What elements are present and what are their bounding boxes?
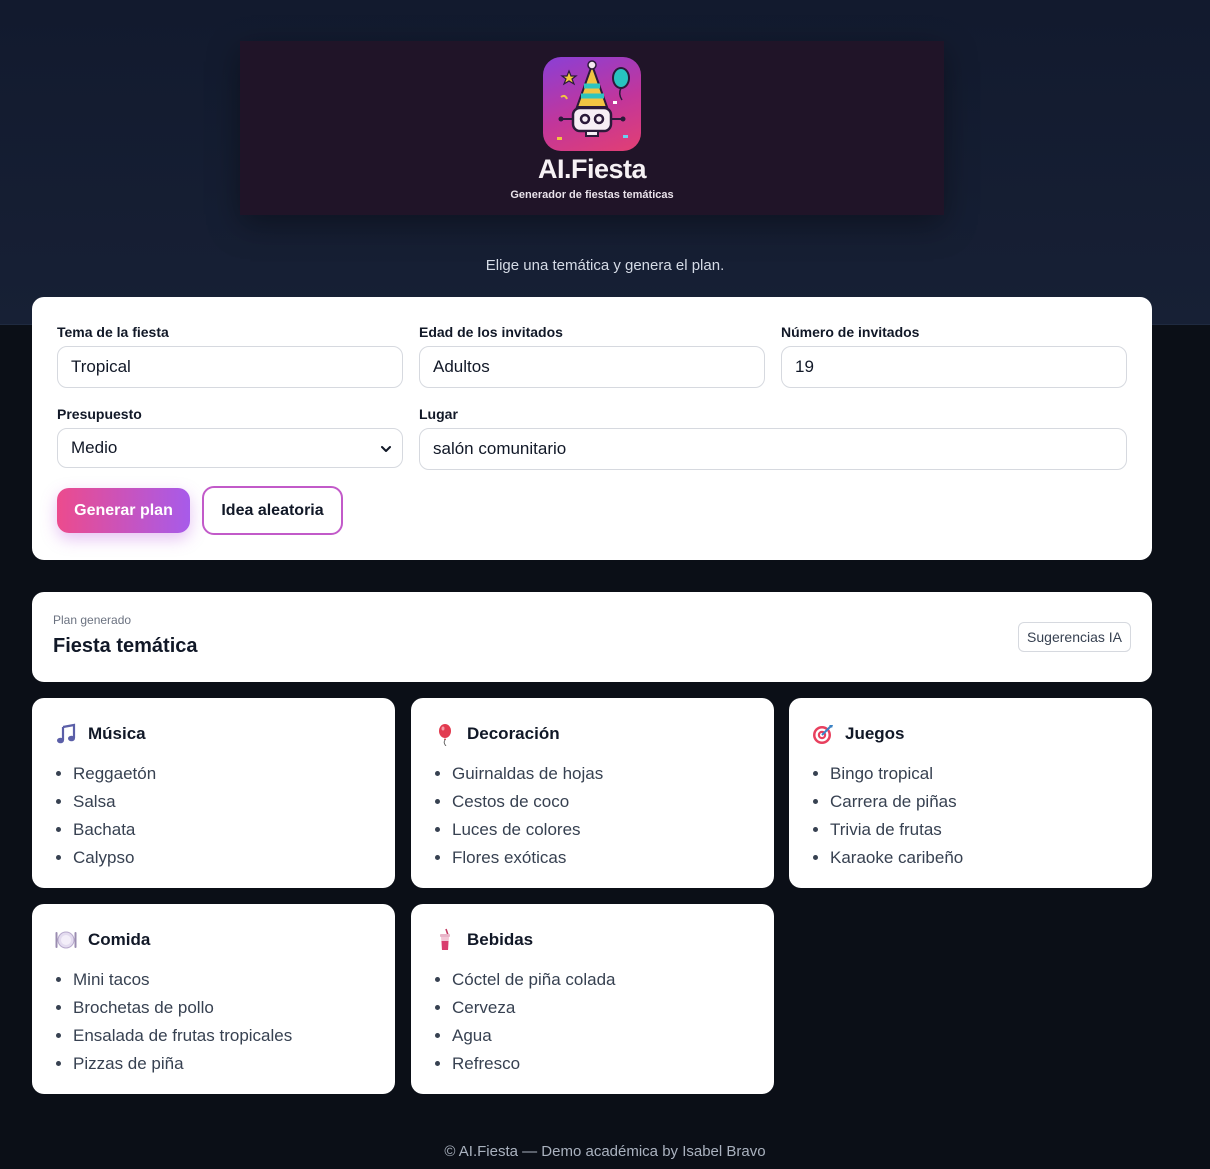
ai-suggestions-badge: Sugerencias IA <box>1018 622 1131 652</box>
category-title: Decoración <box>467 724 560 743</box>
music-note-icon <box>57 723 76 744</box>
tema-label: Tema de la fiesta <box>57 324 169 340</box>
party-form: Tema de la fiesta Tropical Edad de los i… <box>32 297 1152 560</box>
list-item: Pizzas de piña <box>73 1050 292 1078</box>
list-item: Reggaetón <box>73 760 156 788</box>
list-item: Ensalada de frutas tropicales <box>73 1022 292 1050</box>
list-item: Karaoke caribeño <box>830 844 963 872</box>
category-items: Bingo tropical Carrera de piñas Trivia d… <box>830 760 963 872</box>
presupuesto-value: Medio <box>71 438 118 457</box>
category-title: Música <box>88 724 146 743</box>
list-item: Brochetas de pollo <box>73 994 292 1022</box>
brand-subtitle: Generador de fiestas temáticas <box>510 189 674 201</box>
edad-label: Edad de los invitados <box>419 324 563 340</box>
plan-header: Plan generado Fiesta temática Sugerencia… <box>32 592 1152 682</box>
category-title: Juegos <box>845 724 905 743</box>
presupuesto-label: Presupuesto <box>57 406 142 422</box>
brand-banner: AI.Fiesta Generador de fiestas temáticas <box>240 41 944 215</box>
random-idea-button[interactable]: Idea aleatoria <box>202 486 343 535</box>
category-card-comida: Comida Mini tacos Brochetas de pollo Ens… <box>32 904 395 1094</box>
list-item: Salsa <box>73 788 156 816</box>
category-title: Bebidas <box>467 930 534 949</box>
list-item: Calypso <box>73 844 156 872</box>
category-card-juegos: Juegos Bingo tropical Carrera de piñas T… <box>789 698 1152 888</box>
category-card-decoracion: Decoración Guirnaldas de hojas Cestos de… <box>411 698 774 888</box>
numero-invitados-input[interactable]: 19 <box>781 346 1127 388</box>
category-items: Cóctel de piña colada Cerveza Agua Refre… <box>452 966 616 1078</box>
category-items: Mini tacos Brochetas de pollo Ensalada d… <box>73 966 292 1078</box>
tema-input[interactable]: Tropical <box>57 346 403 388</box>
list-item: Luces de colores <box>452 816 603 844</box>
category-card-musica: Música Reggaetón Salsa Bachata Calypso <box>32 698 395 888</box>
party-robot-icon <box>543 57 641 151</box>
list-item: Cestos de coco <box>452 788 603 816</box>
list-item: Guirnaldas de hojas <box>452 760 603 788</box>
generate-plan-button[interactable]: Generar plan <box>57 488 190 533</box>
list-item: Flores exóticas <box>452 844 603 872</box>
list-item: Agua <box>452 1022 616 1050</box>
category-items: Guirnaldas de hojas Cestos de coco Luces… <box>452 760 603 872</box>
balloon-icon <box>439 724 451 746</box>
drink-cup-icon <box>440 928 450 950</box>
category-items: Reggaetón Salsa Bachata Calypso <box>73 760 156 872</box>
list-item: Mini tacos <box>73 966 292 994</box>
list-item: Carrera de piñas <box>830 788 963 816</box>
lugar-input[interactable]: salón comunitario <box>419 428 1127 470</box>
list-item: Bachata <box>73 816 156 844</box>
list-item: Refresco <box>452 1050 616 1078</box>
plan-kicker: Plan generado <box>53 613 132 627</box>
plan-title: Fiesta temática <box>53 635 198 657</box>
list-item: Cóctel de piña colada <box>452 966 616 994</box>
list-item: Cerveza <box>452 994 616 1022</box>
category-card-bebidas: Bebidas Cóctel de piña colada Cerveza Ag… <box>411 904 774 1094</box>
chevron-down-icon <box>381 446 391 452</box>
target-icon <box>813 725 833 744</box>
tagline: Elige una temática y genera el plan. <box>485 257 725 274</box>
presupuesto-select[interactable]: Medio <box>57 428 403 468</box>
lugar-label: Lugar <box>419 406 458 422</box>
footer-credit: © AI.Fiesta — Demo académica by Isabel B… <box>444 1143 766 1160</box>
plate-icon <box>55 931 77 949</box>
list-item: Trivia de frutas <box>830 816 963 844</box>
edad-input[interactable]: Adultos <box>419 346 765 388</box>
brand-title: AI.Fiesta <box>537 154 647 184</box>
list-item: Bingo tropical <box>830 760 963 788</box>
category-title: Comida <box>88 930 151 949</box>
numero-label: Número de invitados <box>781 324 920 340</box>
